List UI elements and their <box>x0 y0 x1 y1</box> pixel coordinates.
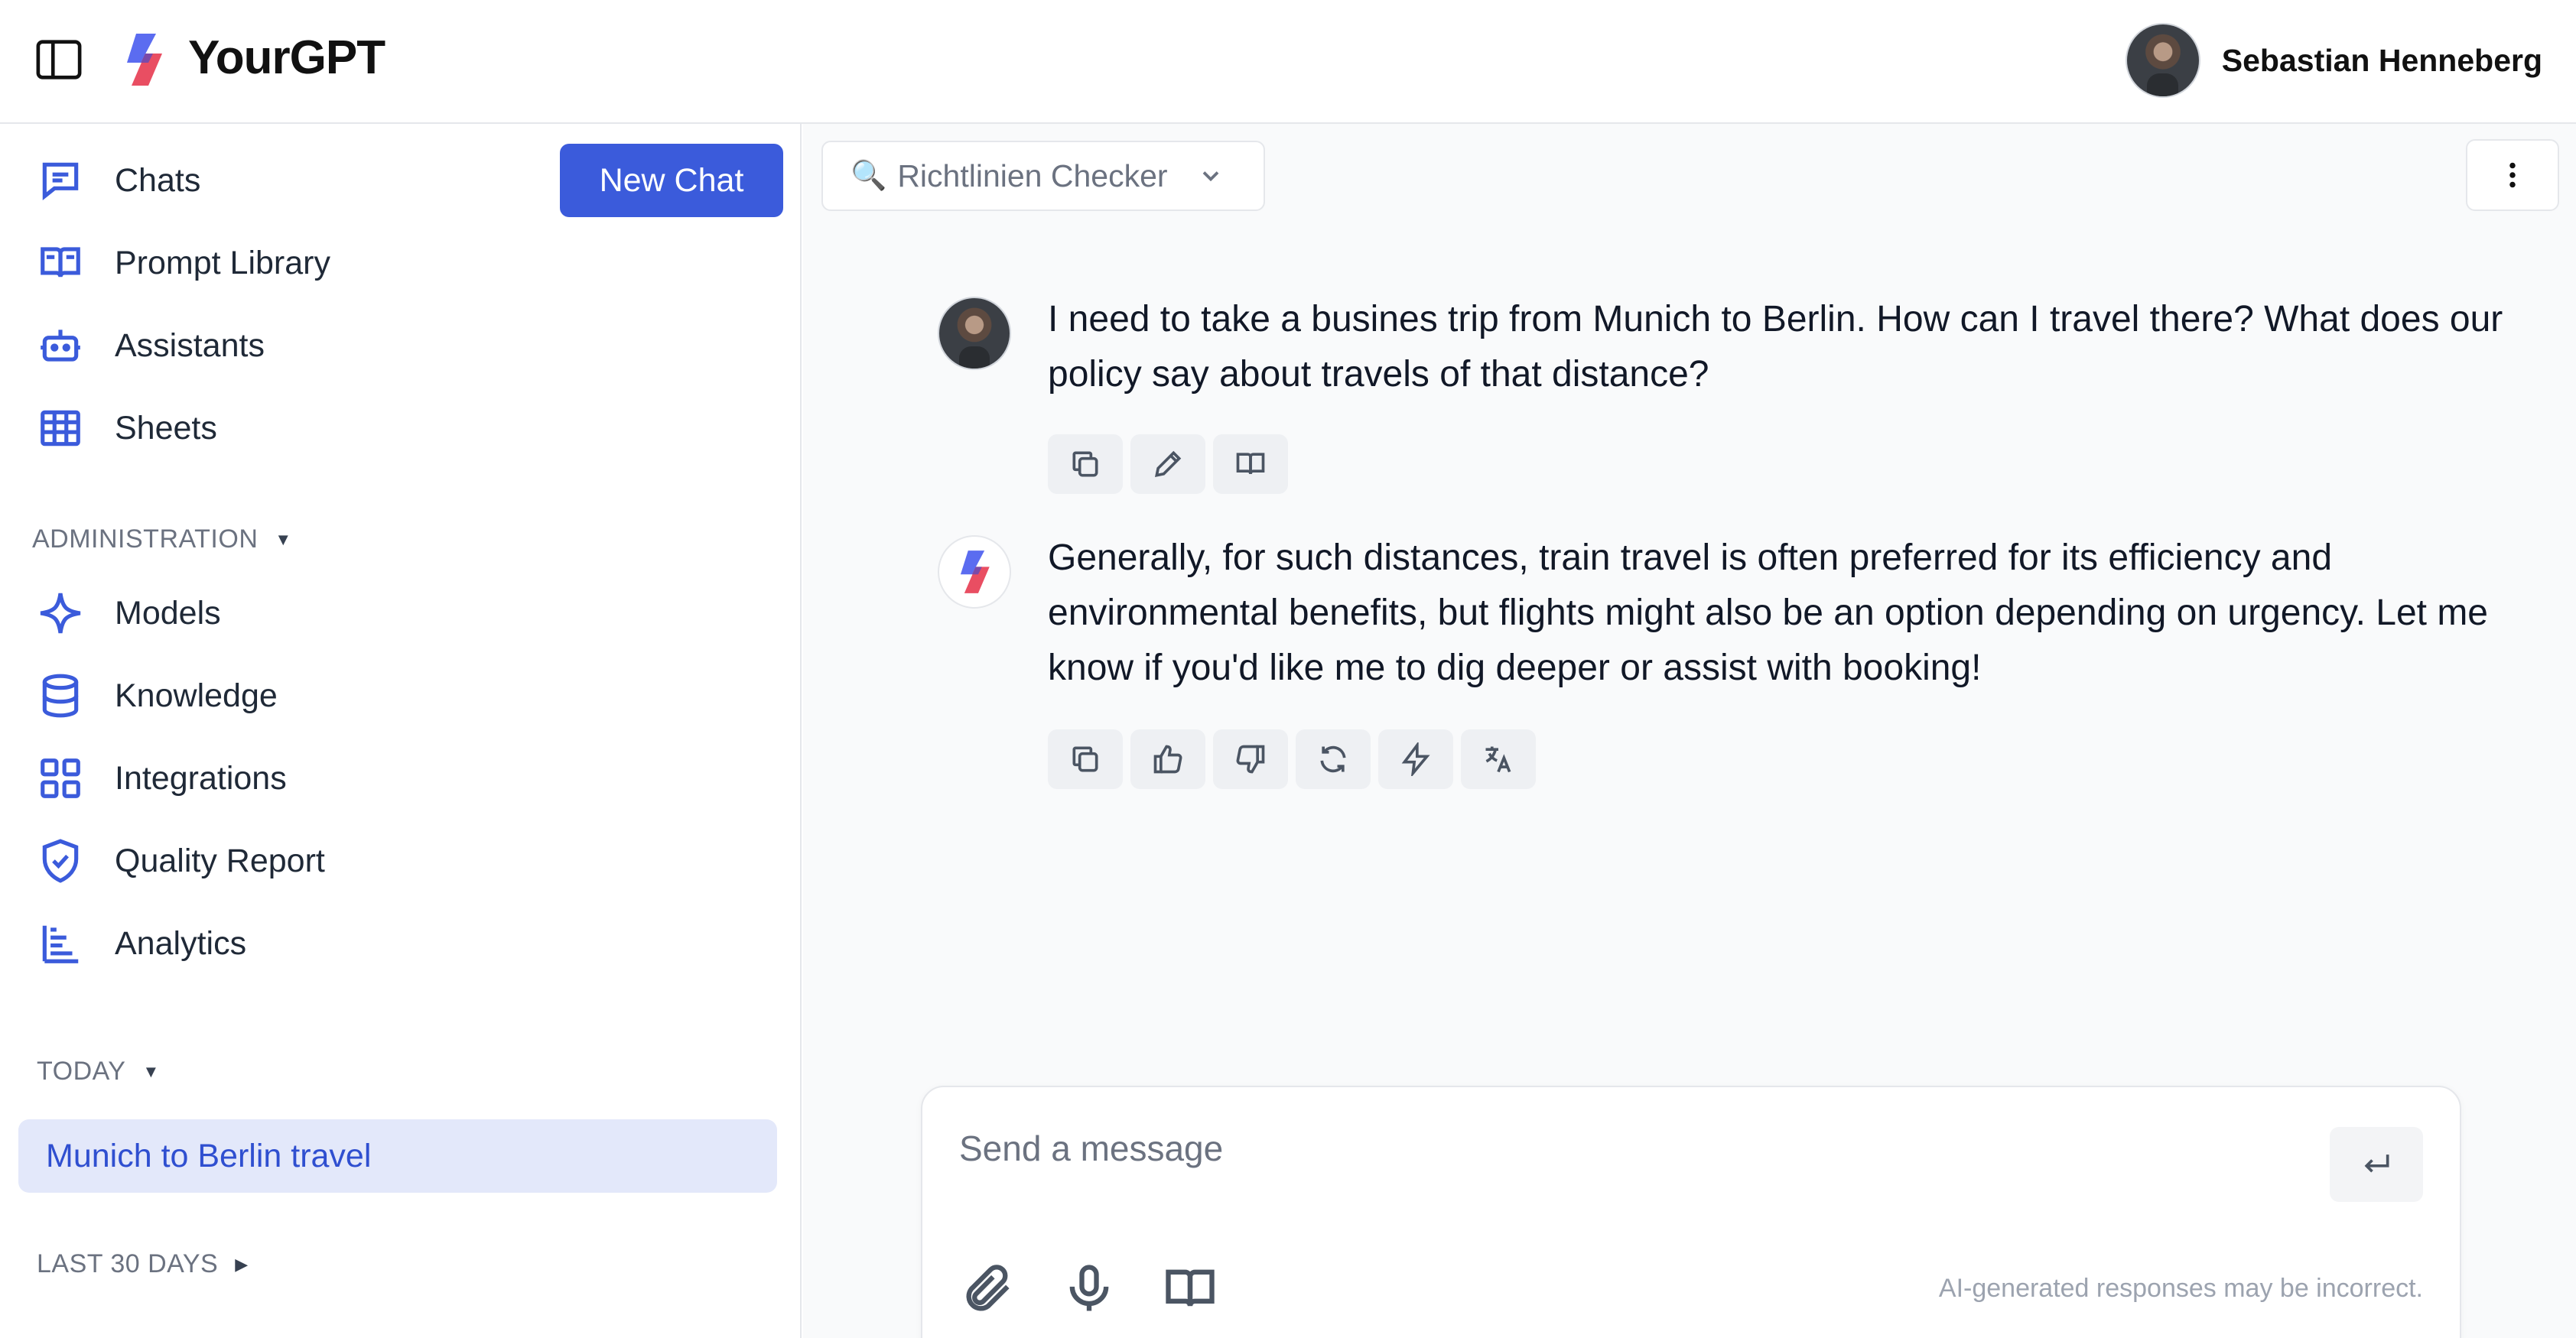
translate-icon <box>1485 746 1511 773</box>
message-composer: AI-generated responses may be incorrect. <box>921 1086 2461 1338</box>
microphone-icon <box>1069 1265 1109 1311</box>
table-icon <box>41 410 80 447</box>
yourgpt-logo-icon <box>122 32 165 87</box>
pencil-icon <box>1154 450 1182 478</box>
sidebar-item-label: Models <box>115 594 221 632</box>
sidebar-item-prompt-library[interactable]: Prompt Library <box>37 232 330 294</box>
sidebar-item-assistants[interactable]: Assistants <box>37 315 265 376</box>
app-title: YourGPT <box>188 31 385 84</box>
message-actions <box>1048 729 1536 789</box>
section-label: TODAY <box>37 1057 126 1086</box>
sidebar-item-label: Chats <box>115 161 201 199</box>
assistant-name: Richtlinien Checker <box>897 158 1168 193</box>
avatar <box>2125 23 2200 98</box>
message-input[interactable] <box>959 1118 2259 1179</box>
sidebar-item-label: Assistants <box>115 326 265 364</box>
chat-icon <box>42 162 79 201</box>
enter-icon <box>2364 1155 2389 1173</box>
message-actions <box>1048 434 1288 494</box>
kebab-menu-icon <box>2509 162 2516 188</box>
send-button[interactable] <box>2330 1127 2423 1202</box>
ai-disclaimer: AI-generated responses may be incorrect. <box>1938 1274 2423 1303</box>
sidebar-item-analytics[interactable]: Analytics <box>37 913 246 974</box>
save-to-library-button[interactable] <box>1213 434 1288 494</box>
magnifier-icon: 🔍 <box>851 160 887 192</box>
assistant-message: Generally, for such distances, train tra… <box>938 531 2513 928</box>
grid-icon <box>41 758 80 798</box>
edit-button[interactable] <box>1130 434 1205 494</box>
assistant-selector[interactable]: 🔍 Richtlinien Checker <box>821 141 1265 211</box>
regenerate-button[interactable] <box>1296 729 1371 789</box>
today-heading[interactable]: TODAY ▼ <box>37 1057 160 1086</box>
section-label: LAST 30 DAYS <box>37 1249 219 1278</box>
attach-button[interactable] <box>956 1257 1020 1321</box>
top-bar: YourGPT Sebastian Henneberg <box>0 0 2576 124</box>
last-30-days-heading[interactable]: LAST 30 DAYS ▶ <box>37 1249 249 1279</box>
book-icon <box>1166 1269 1215 1307</box>
more-options-button[interactable] <box>2466 139 2559 211</box>
chat-main: 🔍 Richtlinien Checker I need to take a b… <box>803 124 2576 1338</box>
assistant-avatar <box>938 535 1011 609</box>
copy-button[interactable] <box>1048 729 1123 789</box>
sidebar-item-quality-report[interactable]: Quality Report <box>37 830 325 891</box>
chevron-down-icon <box>1202 171 1218 182</box>
paperclip-icon <box>966 1265 1010 1311</box>
sidebar: Chats New Chat Prompt Library Assistants… <box>0 124 802 1338</box>
new-chat-button[interactable]: New Chat <box>560 144 783 217</box>
sidebar-item-label: Knowledge <box>115 677 278 714</box>
avatar <box>938 297 1011 370</box>
refresh-icon <box>1320 745 1346 773</box>
sidebar-item-label: Quality Report <box>115 842 325 879</box>
chat-history-item[interactable]: Munich to Berlin travel <box>18 1119 777 1193</box>
sidebar-toggle-icon[interactable] <box>35 38 83 81</box>
thumbs-down-icon <box>1236 745 1265 774</box>
message-text: I need to take a busines trip from Munic… <box>1048 299 2503 395</box>
sidebar-item-integrations[interactable]: Integrations <box>37 748 287 809</box>
yourgpt-logo-icon <box>960 550 990 593</box>
sidebar-item-knowledge[interactable]: Knowledge <box>37 665 278 726</box>
quick-action-button[interactable] <box>1378 729 1453 789</box>
book-icon <box>1236 453 1265 475</box>
thumbs-down-button[interactable] <box>1213 729 1288 789</box>
bar-chart-icon <box>42 925 79 963</box>
sidebar-item-label: Prompt Library <box>115 244 330 281</box>
copy-button[interactable] <box>1048 434 1123 494</box>
robot-icon <box>41 330 80 362</box>
book-icon <box>41 247 80 278</box>
section-label: ADMINISTRATION <box>32 524 259 554</box>
microphone-button[interactable] <box>1057 1257 1121 1321</box>
caret-right-icon: ▶ <box>235 1254 249 1274</box>
sidebar-item-chats[interactable]: Chats <box>37 150 200 211</box>
caret-down-icon: ▼ <box>275 529 292 549</box>
thumbs-up-button[interactable] <box>1130 729 1205 789</box>
sparkle-icon <box>40 593 81 634</box>
sidebar-item-models[interactable]: Models <box>37 583 221 644</box>
administration-heading[interactable]: ADMINISTRATION ▼ <box>32 524 292 554</box>
sidebar-item-label: Analytics <box>115 924 247 962</box>
sidebar-item-label: Sheets <box>115 409 217 447</box>
prompt-library-button[interactable] <box>1158 1257 1222 1321</box>
caret-down-icon: ▼ <box>142 1061 160 1081</box>
user-name: Sebastian Henneberg <box>2221 42 2542 78</box>
database-icon <box>42 674 79 718</box>
copy-icon <box>1072 746 1098 772</box>
sidebar-item-label: Integrations <box>115 759 287 797</box>
user-menu[interactable]: Sebastian Henneberg <box>2125 23 2542 98</box>
thumbs-up-icon <box>1153 745 1182 774</box>
message-text: Generally, for such distances, train tra… <box>1048 537 2488 688</box>
sidebar-item-sheets[interactable]: Sheets <box>37 398 217 459</box>
lightning-icon <box>1401 742 1430 776</box>
shield-check-icon <box>42 839 79 883</box>
translate-button[interactable] <box>1461 729 1536 789</box>
copy-icon <box>1072 451 1098 477</box>
